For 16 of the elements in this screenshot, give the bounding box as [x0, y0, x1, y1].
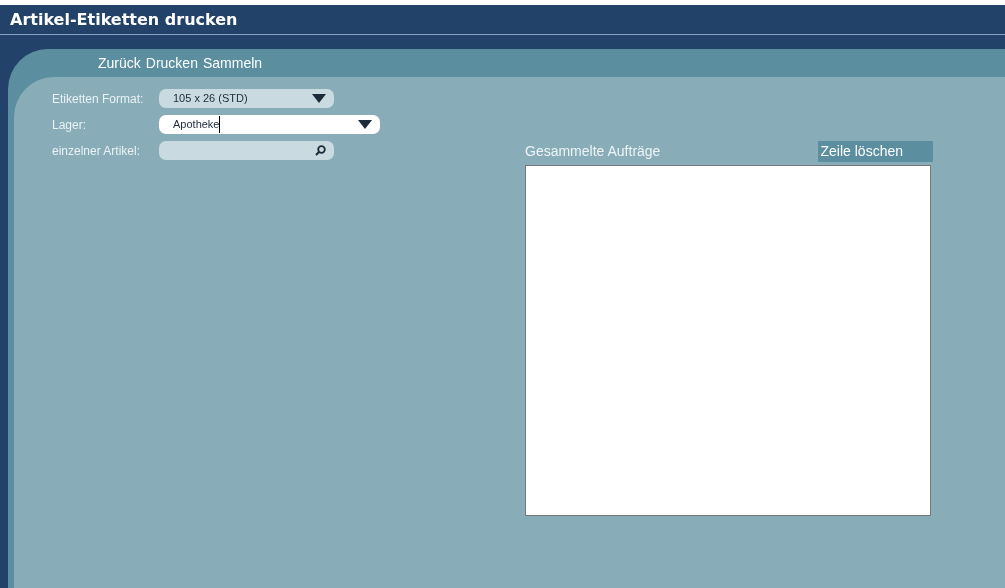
field-label: Lager:: [52, 116, 88, 134]
panel-title: Gesammelte Aufträge: [525, 141, 661, 161]
search-field[interactable]: [159, 141, 334, 160]
delete-row-button[interactable]: Zeile löschen: [817, 140, 933, 162]
window-title: Artikel-Etiketten drucken: [10, 8, 238, 31]
orders-list[interactable]: [525, 165, 931, 516]
menu-link[interactable]: Sammeln: [202, 52, 263, 74]
field-label: Etiketten Format:: [52, 90, 145, 108]
dropdown-field[interactable]: Apotheke: [159, 115, 380, 134]
field-label: einzelner Artikel:: [52, 142, 142, 160]
dropdown-field[interactable]: 105 x 26 (STD): [159, 89, 334, 108]
menu-link[interactable]: Drucken: [145, 52, 198, 74]
dropdown-icon: [312, 94, 326, 103]
menu-link[interactable]: Zurück: [98, 52, 141, 74]
search-icon: [315, 145, 326, 156]
dropdown-icon: [358, 120, 372, 129]
